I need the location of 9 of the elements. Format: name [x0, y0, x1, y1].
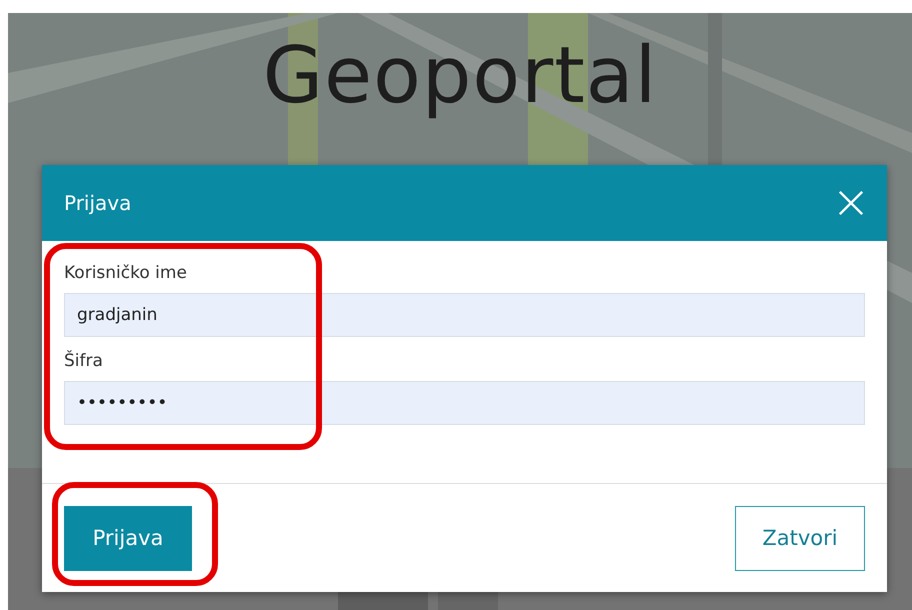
dialog-title: Prijava: [64, 191, 132, 215]
close-button[interactable]: Zatvori: [735, 506, 865, 570]
field-label: Korisničko ime: [64, 263, 188, 283]
login-button[interactable]: Prijava: [64, 506, 192, 570]
input-field[interactable]: gradjanin: [64, 293, 865, 337]
field-label: Šifra: [64, 351, 104, 371]
page-title: Geoportal: [262, 30, 658, 121]
input-field[interactable]: •••••••••: [64, 381, 865, 425]
close-icon[interactable]: [837, 189, 865, 217]
